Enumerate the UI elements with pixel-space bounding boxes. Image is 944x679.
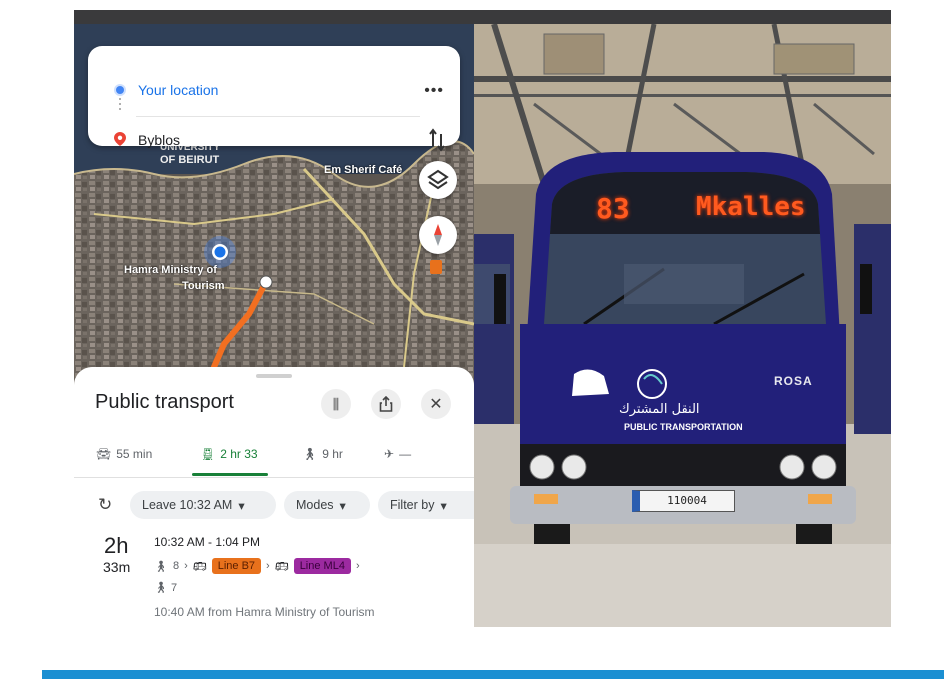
map-panel[interactable]: UNIVERSITY OF BEIRUT Hamra Ministry of T… — [74, 24, 474, 627]
sheet-title: Public transport — [95, 391, 234, 413]
map-label-street: Em Sherif Café — [324, 164, 403, 176]
card-divider — [136, 116, 420, 117]
tab-driving[interactable]: 🚘︎ 55 min — [96, 447, 152, 461]
destination-pin-icon — [114, 132, 126, 146]
leave-time-label: Leave 10:32 AM — [142, 498, 233, 512]
chevron-right-icon: › — [266, 560, 270, 572]
trip-legs: 🚶︎ 8 › 🚌︎ Line B7 › 🚌︎ Line ML4 › — [154, 555, 360, 577]
departure-info: 10:40 AM from Hamra Ministry of Tourism — [154, 605, 375, 619]
tab-flights[interactable]: ✈︎ — — [384, 447, 411, 461]
directions-card: Your location Byblos ••• — [88, 46, 460, 152]
origin-dot-icon — [116, 86, 124, 94]
chevron-right-icon: › — [355, 560, 360, 572]
compass-icon — [434, 224, 442, 246]
filter-by-dropdown[interactable]: Filter by ▾ — [378, 491, 474, 519]
refresh-icon[interactable]: ↻ — [98, 495, 112, 515]
tab-walking-label: 9 hr — [322, 447, 343, 461]
filter-bar: ↻ Leave 10:32 AM ▾ Modes ▾ Filter by ▾ — [74, 487, 474, 521]
walk-icon: 🚶︎ — [154, 582, 168, 594]
bus-photo: 83 Mkalles ROSA النقل المشترك PUBLIC TRA… — [474, 24, 891, 627]
travel-mode-tabs: 🚘︎ 55 min 🚆︎ 2 hr 33 🚶︎ 9 hr ✈︎ — — [74, 439, 474, 476]
origin-input[interactable]: Your location — [138, 82, 218, 98]
license-plate: 110004 — [632, 490, 735, 512]
route-number-sign: 83 — [596, 192, 630, 225]
more-options-button[interactable]: ••• — [424, 82, 444, 100]
chevron-right-icon: › — [184, 560, 188, 572]
route-dots-icon — [119, 98, 121, 112]
leave-time-dropdown[interactable]: Leave 10:32 AM ▾ — [130, 491, 276, 519]
sheet-handle[interactable] — [256, 374, 292, 378]
chevron-down-icon: ▾ — [440, 498, 447, 513]
bus-illustration — [474, 24, 891, 627]
plane-icon: ✈︎ — [384, 447, 395, 461]
tab-transit-label: 2 hr 33 — [220, 447, 258, 461]
filter-by-label: Filter by — [390, 498, 435, 512]
layers-icon — [427, 169, 449, 190]
sliders-icon: ⫼ — [332, 395, 340, 412]
transit-sheet: Public transport ⫼ ✕ 🚘︎ 55 min 🚆︎ 2 hr 3… — [74, 367, 474, 627]
line-badge-2: Line ML4 — [293, 558, 351, 574]
share-button[interactable] — [371, 389, 401, 419]
trip-option[interactable]: 2h 33m 10:32 AM - 1:04 PM 🚶︎ 8 › 🚌︎ Line… — [74, 527, 474, 627]
trip-duration-minutes: 33m — [103, 559, 131, 575]
tab-transit[interactable]: 🚆︎ 2 hr 33 — [200, 447, 258, 461]
sheet-divider — [74, 477, 474, 478]
adjust-button[interactable]: ⫼ — [321, 389, 351, 419]
bus-icon: 🚌︎ — [274, 560, 289, 573]
active-tab-indicator — [192, 473, 268, 476]
tab-driving-label: 55 min — [116, 447, 153, 461]
car-icon: 🚘︎ — [96, 447, 112, 461]
map-label-beirut: OF BEIRUT — [160, 154, 220, 166]
chevron-down-icon: ▾ — [238, 498, 245, 513]
trip-duration-hours: 2h — [104, 533, 129, 558]
map-label-hamra: Hamra Ministry of — [124, 264, 217, 276]
public-transportation-caption: PUBLIC TRANSPORTATION — [624, 422, 743, 432]
line-badge-1: Line B7 — [211, 558, 262, 574]
walk-icon: 🚶︎ — [302, 447, 318, 461]
share-icon — [379, 396, 393, 412]
swap-route-icon[interactable] — [428, 128, 446, 152]
walk-leg-2-group: 🚶︎ 7 — [154, 581, 177, 594]
layers-button[interactable] — [419, 161, 457, 199]
tab-flights-label: — — [399, 447, 412, 461]
accent-bar — [42, 670, 944, 679]
walk-leg-1: 8 — [172, 560, 180, 572]
modes-label: Modes — [296, 498, 334, 512]
trip-time-range: 10:32 AM - 1:04 PM — [154, 535, 261, 549]
top-bar — [74, 10, 891, 24]
bus-brand-logo: ROSA — [774, 374, 813, 388]
walk-icon: 🚶︎ — [154, 560, 168, 573]
arabic-caption: النقل المشترك — [619, 402, 700, 417]
map-label-tourism: Tourism — [182, 280, 225, 292]
bus-icon: 🚌︎ — [192, 560, 207, 573]
chevron-down-icon: ▾ — [339, 498, 346, 513]
modes-dropdown[interactable]: Modes ▾ — [284, 491, 370, 519]
compass-button[interactable] — [419, 216, 457, 254]
tab-walking[interactable]: 🚶︎ 9 hr — [302, 447, 343, 461]
destination-input[interactable]: Byblos — [138, 132, 180, 148]
walk-leg-2: 7 — [171, 582, 178, 594]
transit-icon: 🚆︎ — [200, 447, 216, 461]
close-button[interactable]: ✕ — [421, 389, 451, 419]
close-icon: ✕ — [429, 396, 443, 413]
destination-sign: Mkalles — [696, 192, 806, 222]
